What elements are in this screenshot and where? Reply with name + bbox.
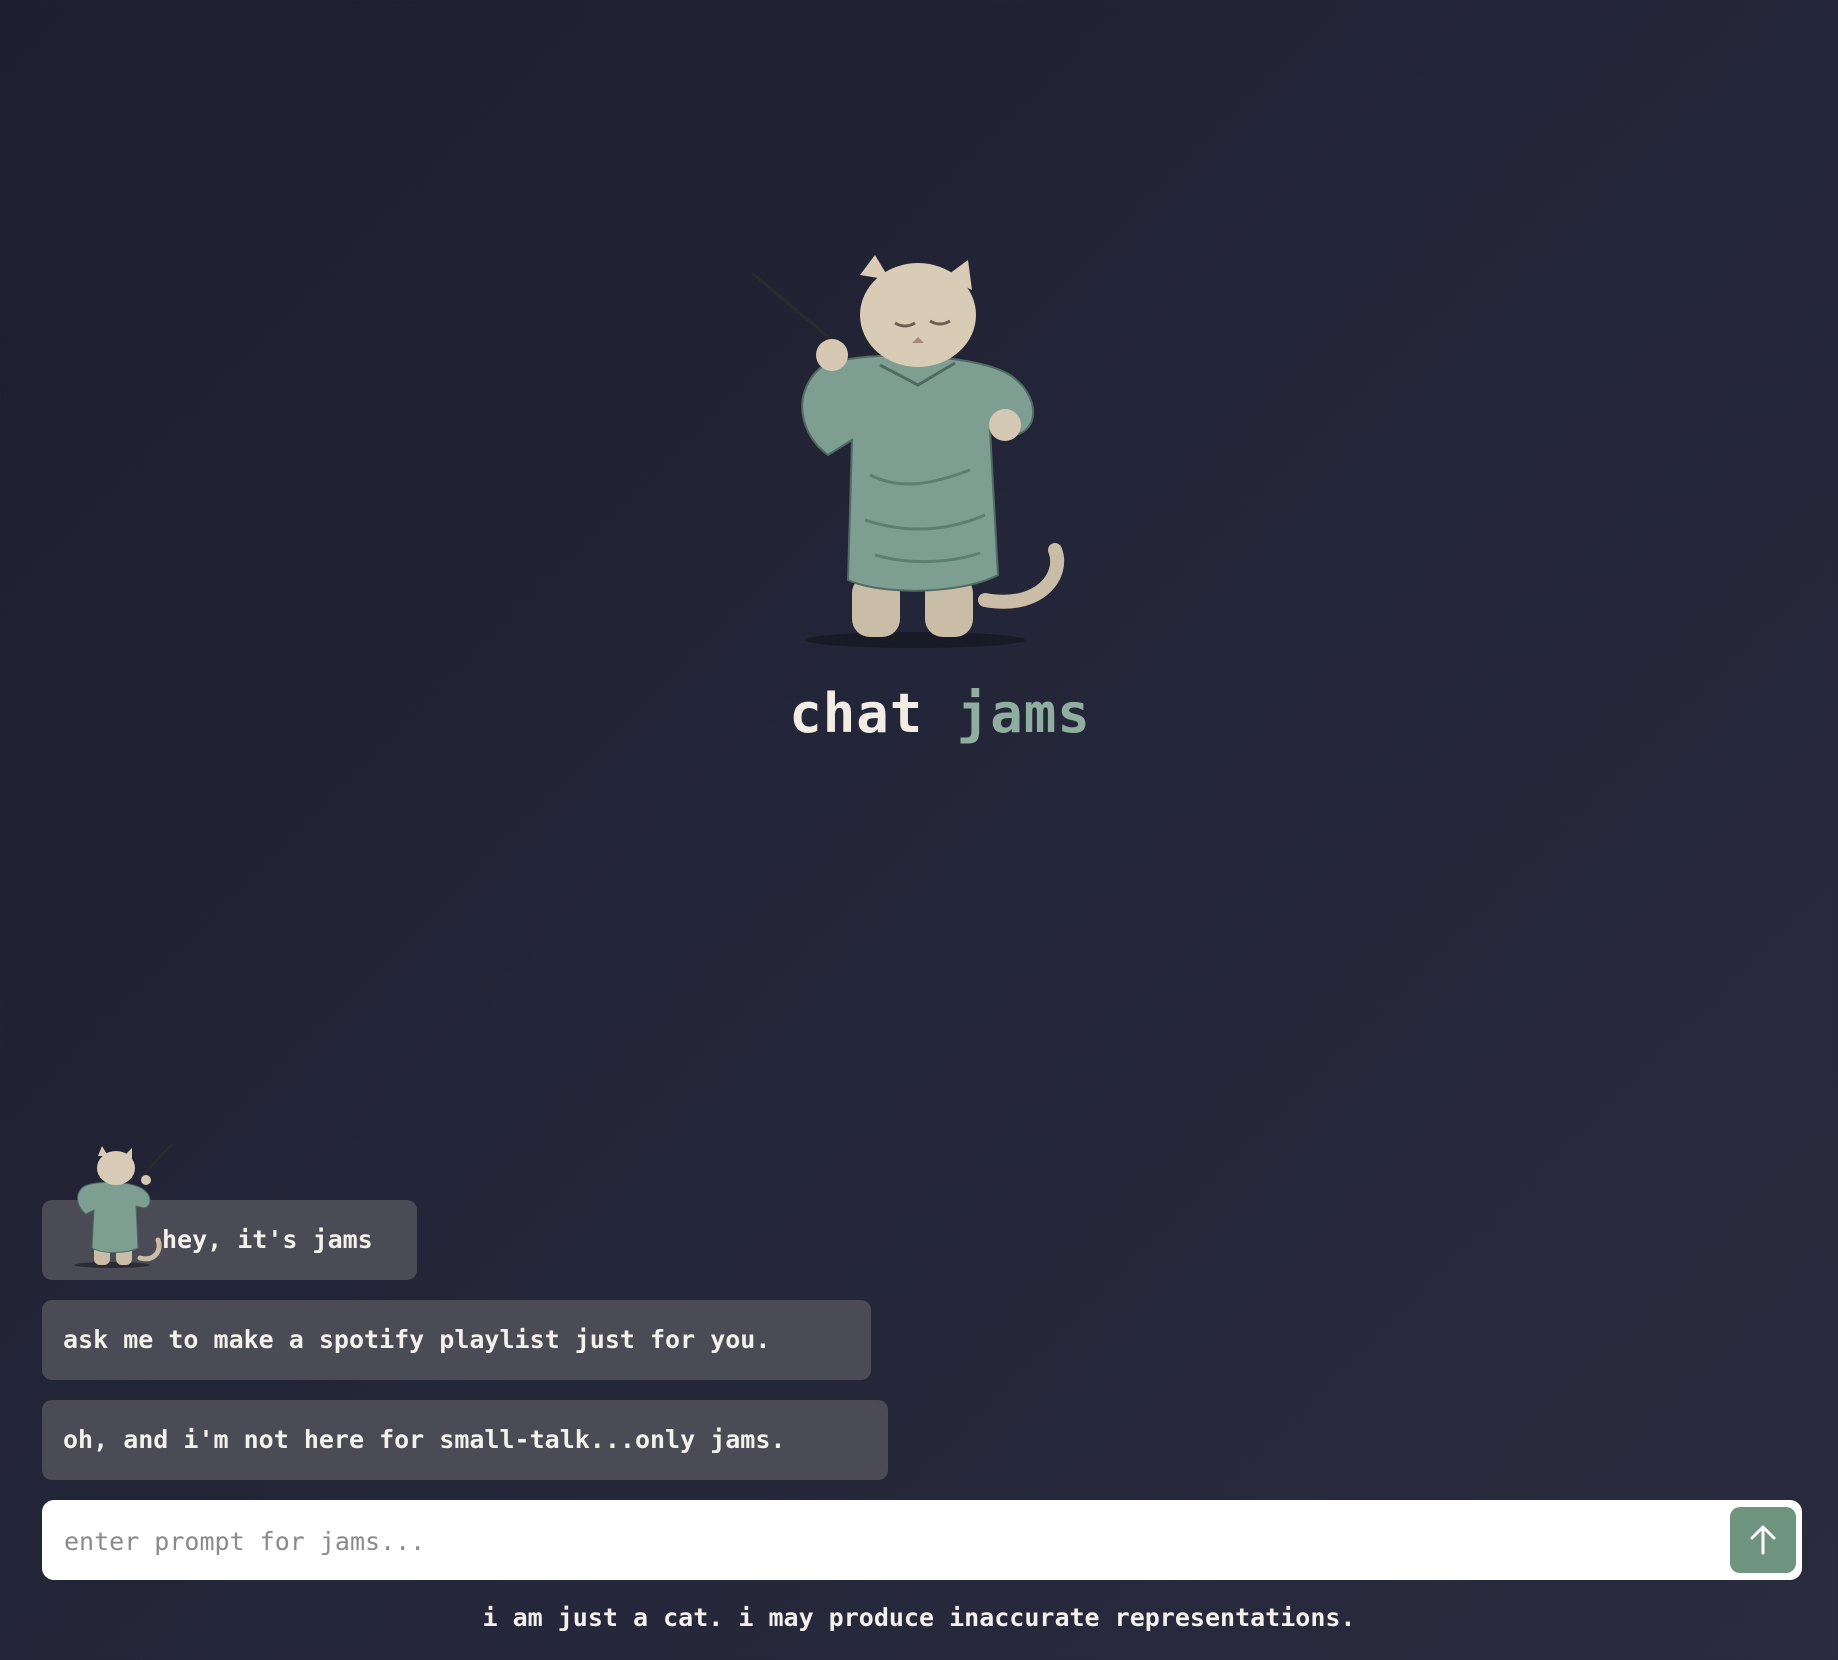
chat-message: ask me to make a spotify playlist just f…	[42, 1300, 871, 1380]
title-chat: chat	[789, 682, 924, 745]
prompt-input[interactable]	[62, 1500, 1706, 1582]
cat-avatar-icon	[74, 1143, 173, 1268]
hero-section: chat jams	[0, 0, 1838, 780]
disclaimer-text: i am just a cat. i may produce inaccurat…	[482, 1603, 1356, 1632]
chat-message-text: hey, it's jams	[162, 1225, 373, 1254]
send-button[interactable]	[1730, 1507, 1796, 1573]
arrow-up-icon	[1750, 1525, 1776, 1555]
chat-message-text: ask me to make a spotify playlist just f…	[63, 1325, 771, 1354]
app-title: chat jams	[0, 682, 1838, 746]
title-jams: jams	[956, 682, 1091, 745]
chat-message-text: oh, and i'm not here for small-talk...on…	[63, 1425, 786, 1454]
prompt-bar	[42, 1500, 1802, 1582]
cat-conductor-icon	[751, 255, 1065, 648]
chat-message: oh, and i'm not here for small-talk...on…	[42, 1400, 888, 1480]
